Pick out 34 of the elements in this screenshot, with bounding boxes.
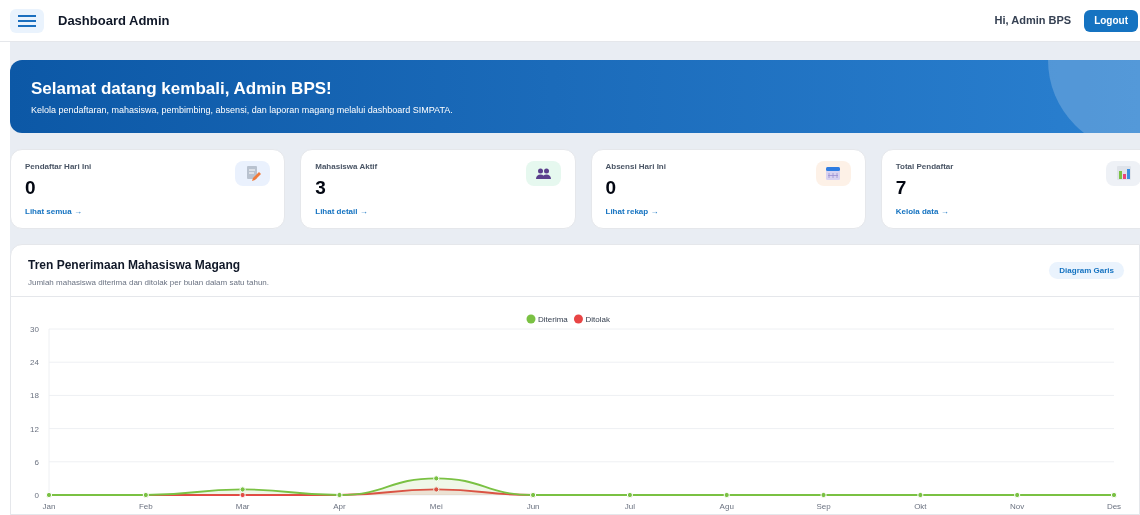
axis-tick-label: Des xyxy=(1106,502,1122,511)
axis-tick-label: Nov xyxy=(1010,502,1025,511)
axis-tick-label: 30 xyxy=(30,325,39,334)
stat-label: Mahasiswa Aktif xyxy=(315,160,379,173)
stat-label: Absensi Hari Ini xyxy=(605,160,667,173)
stat-value: 0 xyxy=(25,177,37,197)
stat-label: Pendaftar Hari Ini xyxy=(25,160,93,173)
axis-tick-label: Sep xyxy=(816,502,831,511)
chart-title: Tren Penerimaan Mahasiswa Magang xyxy=(28,257,242,274)
stat-value: 7 xyxy=(895,177,908,197)
axis-tick-label: Jul xyxy=(624,502,636,511)
axis-tick-label: Agu xyxy=(719,502,734,511)
axis-tick-label: 6 xyxy=(34,457,39,467)
stat-value: 3 xyxy=(315,177,327,197)
axis-tick-label: 18 xyxy=(30,391,39,401)
welcome-title: Selamat datang kembali, Admin BPS! xyxy=(31,78,333,100)
axis-tick-label: 12 xyxy=(30,424,39,434)
axis-tick-label: Jan xyxy=(42,502,56,511)
legend-label: Ditolak xyxy=(585,315,610,324)
page-title: Dashboard Admin xyxy=(58,11,170,30)
axis-tick-label: Apr xyxy=(333,502,346,511)
stat-label: Total Pendaftar xyxy=(895,160,955,173)
axis-tick-label: Mei xyxy=(429,502,443,511)
axis-tick-label: Okt xyxy=(914,502,927,511)
legend-label: Diterima xyxy=(538,315,568,324)
axis-tick-label: Feb xyxy=(138,502,153,511)
chart-subtitle: Jumlah mahasiswa diterima dan ditolak per bulan dalam satu tahun. xyxy=(28,277,271,289)
axis-tick-label: 0 xyxy=(34,491,39,500)
axis-tick-label: Mar xyxy=(235,502,250,511)
axis-tick-label: 24 xyxy=(30,358,39,368)
greeting-text: Hi, Admin BPS xyxy=(994,13,1072,29)
welcome-subtitle: Kelola pendaftaran, mahasiswa, pembimbing, absensi, dan laporan magang melalui dashboard SIMPATA. xyxy=(31,104,454,118)
stat-value: 0 xyxy=(605,177,618,197)
axis-tick-label: Jun xyxy=(526,502,540,511)
